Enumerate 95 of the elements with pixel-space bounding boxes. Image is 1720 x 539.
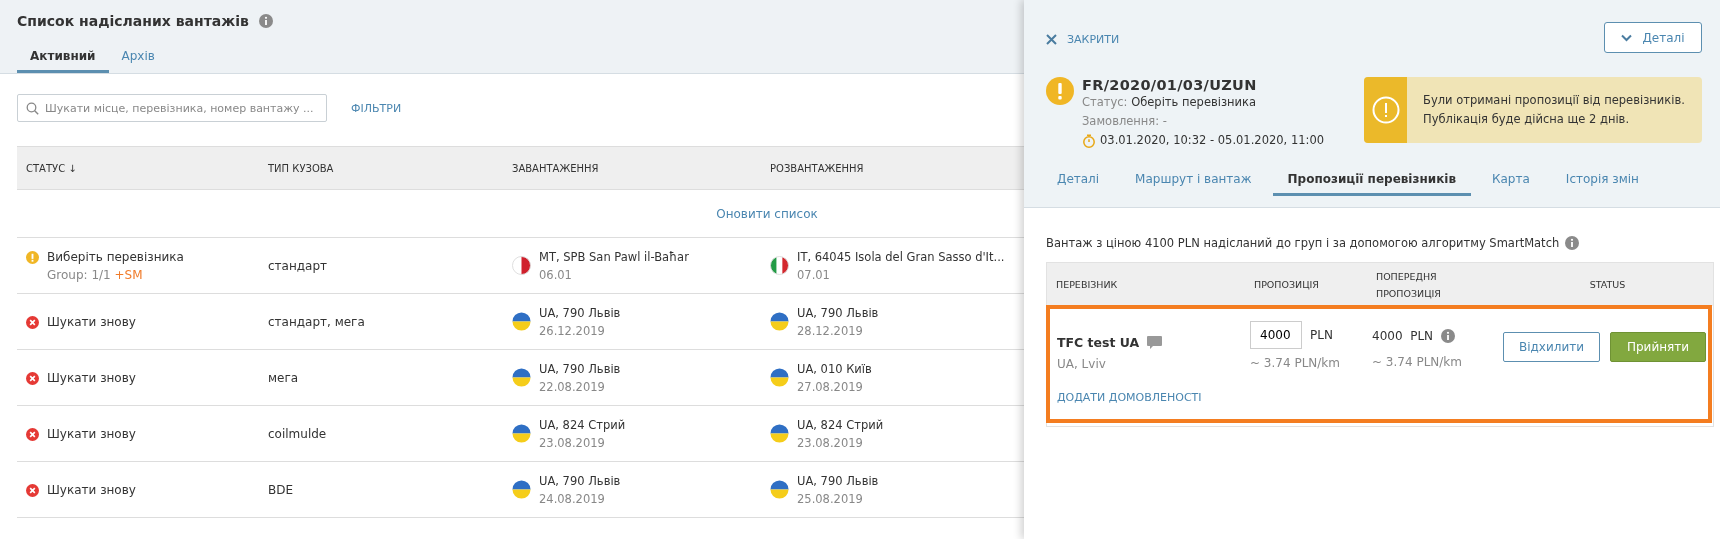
info-icon[interactable] <box>258 14 273 28</box>
flag-icon <box>770 368 789 387</box>
refresh-link[interactable]: Оновити список <box>716 206 818 221</box>
close-button[interactable]: ЗАКРИТИ <box>1046 33 1120 46</box>
smartmatch-tag: +SM <box>114 267 143 282</box>
location-text: UA, 824 Стрий <box>539 416 626 434</box>
error-icon <box>26 427 39 441</box>
table-cell: BDE <box>259 461 503 518</box>
location-text: UA, 790 Львів <box>797 304 879 322</box>
flag-icon <box>512 256 531 275</box>
currency-text: PLN <box>1310 328 1333 342</box>
column-header: ЗАВАНТАЖЕННЯ <box>503 146 761 190</box>
date-text: 06.01 <box>539 266 573 284</box>
error-icon <box>26 315 39 329</box>
flag-icon <box>770 312 789 331</box>
page-title: Список надісланих вантажів <box>17 13 249 29</box>
carrier-name: TFC test UA <box>1057 335 1140 350</box>
chevron-down-icon <box>1621 33 1633 42</box>
column-header: ПОПЕРЕДНЯ ПРОПОЗИЦІЯ <box>1375 269 1442 301</box>
tab[interactable]: Карта <box>1477 172 1545 196</box>
info-icon[interactable] <box>1565 236 1580 250</box>
warning-icon <box>1046 77 1074 105</box>
group-text: Group: 1/1 <box>47 267 111 282</box>
column-header: ТИП КУЗОВА <box>259 146 503 190</box>
flag-icon <box>512 424 531 443</box>
info-icon[interactable] <box>1441 329 1456 343</box>
tab[interactable]: Деталі <box>1042 172 1115 196</box>
location-text: MT, SPB San Pawl il-Baħar <box>539 248 689 266</box>
status-label: Статус: <box>1082 95 1128 109</box>
status-text: Шукати знову <box>47 425 136 443</box>
flag-icon <box>770 480 789 499</box>
table-cell: мега <box>259 349 503 406</box>
date-text: 25.08.2019 <box>797 490 864 508</box>
stopwatch-icon <box>1082 133 1096 148</box>
tab[interactable]: Архів <box>108 45 168 73</box>
column-header: STATUS <box>1588 278 1627 292</box>
chat-icon[interactable] <box>1147 335 1163 350</box>
flag-icon <box>770 424 789 443</box>
order-value: - <box>1162 114 1167 128</box>
search-field[interactable]: Шукати місце, перевізника, номер вантажу ... <box>17 94 327 122</box>
alert-text: Були отримані пропозиції від перевізників. Публікація буде дійсна ще 2 днів. <box>1422 92 1686 128</box>
tab[interactable]: Маршрут і вантаж <box>1120 172 1267 196</box>
tab[interactable]: Пропозиції перевізників <box>1272 172 1471 196</box>
status-value: Оберіть перевізника <box>1131 95 1257 109</box>
location-text: IT, 64045 Isola del Gran Sasso d'It... <box>797 248 1005 266</box>
location-text: UA, 790 Львів <box>539 472 621 490</box>
date-text: 23.08.2019 <box>797 434 864 452</box>
order-label: Замовлення: <box>1082 114 1160 128</box>
reject-button[interactable]: Відхилити <box>1503 332 1600 362</box>
table-cell: coilmulde <box>259 405 503 462</box>
period-text: 03.01.2020, 10:32 - 05.01.2020, 11:00 <box>1100 132 1325 149</box>
location-text: UA, 010 Київ <box>797 360 872 378</box>
date-text: 23.08.2019 <box>539 434 606 452</box>
accept-button[interactable]: Прийняти <box>1610 332 1706 362</box>
column-header[interactable]: СТАТУС ↓ <box>17 146 259 190</box>
status-text: Шукати знову <box>47 369 136 387</box>
tab[interactable]: Історія змін <box>1550 172 1654 196</box>
column-header: ПЕРЕВІЗНИК <box>1055 278 1119 292</box>
date-text: 28.12.2019 <box>797 322 864 340</box>
table-cell: стандарт, мега <box>259 293 503 350</box>
date-text: 26.12.2019 <box>539 322 606 340</box>
date-text: 07.01 <box>797 266 831 284</box>
offer-input[interactable]: 4000 <box>1250 321 1302 349</box>
date-text: 24.08.2019 <box>539 490 606 508</box>
flag-icon <box>512 312 531 331</box>
tab[interactable]: Активний <box>17 45 109 73</box>
status-text: Шукати знову <box>47 313 136 331</box>
warning-icon <box>26 250 39 264</box>
filters-link[interactable]: ФІЛЬТРИ <box>351 101 402 115</box>
status-text: Виберіть перевізника <box>47 248 184 266</box>
error-icon <box>26 371 39 385</box>
date-text: 27.08.2019 <box>797 378 864 396</box>
rate-text: ~ 3.74 PLN/km <box>1250 356 1341 370</box>
date-text: 22.08.2019 <box>539 378 606 396</box>
location-text: UA, 790 Львів <box>539 360 621 378</box>
error-icon <box>26 483 39 497</box>
location-text: UA, 824 Стрий <box>797 416 884 434</box>
alert-icon <box>1371 96 1400 124</box>
flag-icon <box>770 256 789 275</box>
previous-offer: 4000 PLN <box>1372 329 1434 343</box>
search-icon <box>26 102 39 115</box>
details-button[interactable]: Деталі <box>1604 22 1702 53</box>
close-icon <box>1046 34 1057 45</box>
table-cell: стандарт <box>259 237 503 294</box>
cargo-id: FR/2020/01/03/UZUN <box>1082 77 1258 93</box>
carrier-location: UA, Lviv <box>1057 357 1107 371</box>
location-text: UA, 790 Львів <box>539 304 621 322</box>
location-text: UA, 790 Львів <box>797 472 879 490</box>
add-terms-link[interactable]: ДОДАТИ ДОМОВЛЕНОСТІ <box>1057 391 1202 404</box>
status-text: Шукати знову <box>47 481 136 499</box>
rate-text: ~ 3.74 PLN/km <box>1372 355 1463 369</box>
info-text: Вантаж з ціною 4100 PLN надісланий до груп і за допомогою алгоритму SmartMatch <box>1046 236 1560 250</box>
column-header: ПРОПОЗИЦІЯ <box>1253 278 1320 292</box>
flag-icon <box>512 368 531 387</box>
flag-icon <box>512 480 531 499</box>
